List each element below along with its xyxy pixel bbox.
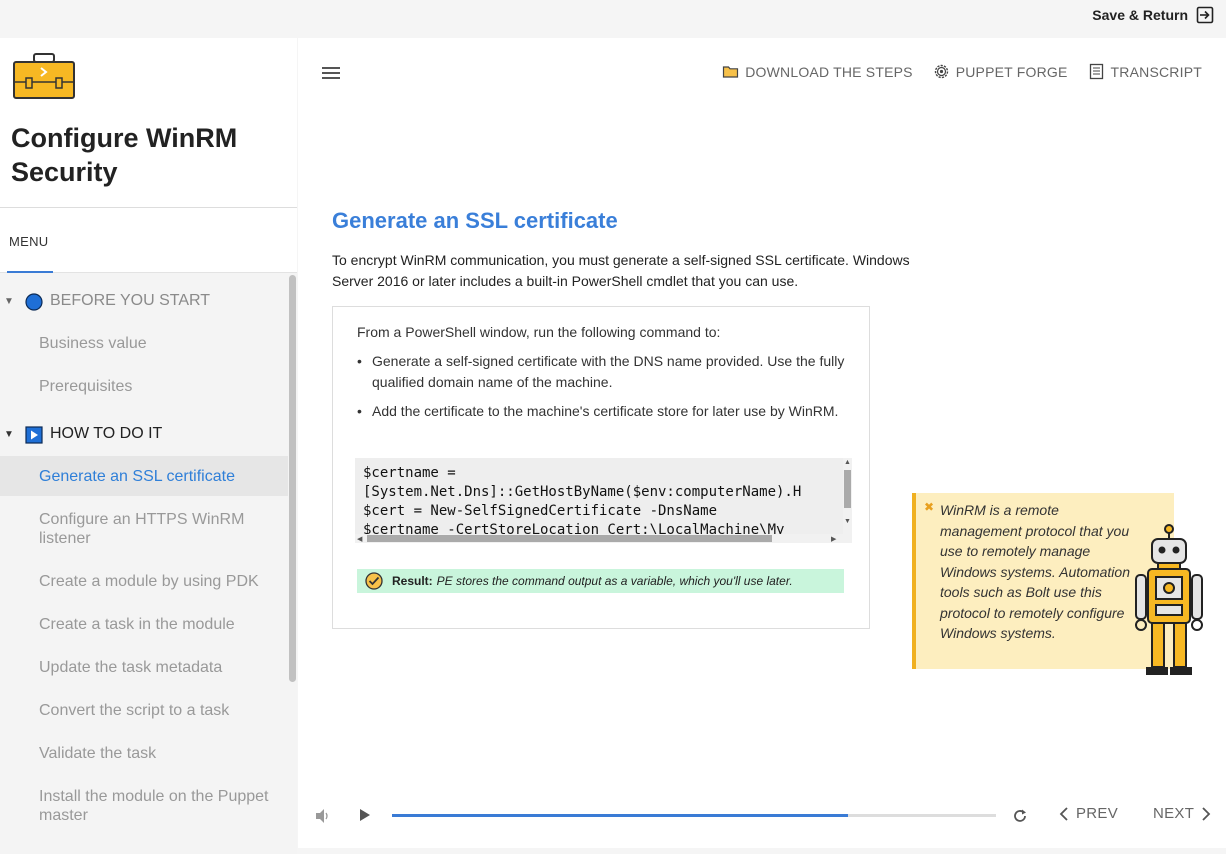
instruction-card: From a PowerShell window, run the follow… xyxy=(332,306,870,629)
chevron-right-icon xyxy=(1202,806,1211,821)
media-player: PREV NEXT xyxy=(298,792,1226,842)
transcript-button[interactable]: TRANSCRIPT xyxy=(1088,63,1202,80)
robot-illustration xyxy=(1135,524,1203,675)
sidebar-item-label: Convert the script to a task xyxy=(39,702,230,719)
code-line: $certname = xyxy=(363,465,456,481)
course-title: Configure WinRM Security xyxy=(11,123,238,187)
callout-text: WinRM is a remote management protocol th… xyxy=(940,502,1130,641)
download-steps-button[interactable]: DOWNLOAD THE STEPS xyxy=(722,63,913,80)
sidebar-item-label: Create a task in the module xyxy=(39,616,235,633)
slide-title: Generate an SSL certificate xyxy=(332,208,618,233)
next-button[interactable]: NEXT xyxy=(1153,805,1212,822)
sidebar-scroll-thumb[interactable] xyxy=(289,275,296,682)
scroll-right-icon[interactable]: ▶ xyxy=(831,535,836,543)
folder-icon xyxy=(723,66,739,78)
play-square-icon xyxy=(25,426,43,444)
circle-icon xyxy=(25,293,43,311)
puppet-forge-button[interactable]: PUPPET FORGE xyxy=(933,63,1068,80)
gear-icon xyxy=(934,64,948,79)
sidebar-item-label: Prerequisites xyxy=(39,378,133,395)
bullet-list: Generate a self-signed certificate with … xyxy=(355,351,845,430)
puppet-forge-label: PUPPET FORGE xyxy=(955,63,1068,80)
code-text[interactable]: $certname =[System.Net.Dns]::GetHostByNa… xyxy=(363,464,801,540)
sidebar-item-label: Business value xyxy=(39,335,147,352)
section-label: BEFORE YOU START xyxy=(50,292,211,309)
scroll-down-icon[interactable]: ▼ xyxy=(844,518,851,525)
sidebar-item-generate-ssl-certificate[interactable]: Generate an SSL certificate xyxy=(0,456,288,496)
progress-fill xyxy=(392,814,849,817)
result-label: Result: xyxy=(392,574,433,588)
sidebar: Configure WinRM Security MENU ▼ BEFORE Y… xyxy=(0,38,297,854)
main-content: DOWNLOAD THE STEPS PUPPET FORGE TRANSCRI… xyxy=(298,38,1226,848)
resource-toolbar: DOWNLOAD THE STEPS PUPPET FORGE TRANSCRI… xyxy=(722,63,1202,80)
sidebar-item-label: Update the task metadata xyxy=(39,659,223,676)
exit-icon xyxy=(1196,6,1214,24)
sidebar-scrollbar[interactable] xyxy=(288,273,297,854)
sidebar-item-label: Generate an SSL certificate xyxy=(39,468,235,485)
code-hscroll-thumb[interactable] xyxy=(367,535,772,542)
hamburger-menu-icon[interactable] xyxy=(322,67,340,79)
slide-intro: To encrypt WinRM communication, you must… xyxy=(332,252,910,289)
card-lead-text: From a PowerShell window, run the follow… xyxy=(357,324,721,340)
section-label: HOW TO DO IT xyxy=(50,425,163,442)
result-text: PE stores the command output as a variab… xyxy=(436,574,793,588)
transcript-label: TRANSCRIPT xyxy=(1110,63,1202,80)
caret-down-icon: ▼ xyxy=(4,429,14,440)
scroll-up-icon[interactable]: ▲ xyxy=(844,459,851,466)
sidebar-item-label: Configure an HTTPS WinRM listener xyxy=(39,511,245,547)
code-horizontal-scrollbar[interactable]: ◀ ▶ xyxy=(355,534,843,543)
bullet-item: Generate a self-signed certificate with … xyxy=(355,351,845,393)
prev-label: PREV xyxy=(1076,805,1119,822)
save-return-label: Save & Return xyxy=(1092,7,1188,23)
code-vertical-scrollbar[interactable]: ▲ ▼ xyxy=(843,458,852,543)
replay-icon[interactable] xyxy=(1011,807,1029,825)
save-return-button[interactable]: Save & Return xyxy=(1092,6,1214,24)
document-icon xyxy=(1089,63,1103,80)
close-icon[interactable]: ✖ xyxy=(924,500,934,514)
menu-label: MENU xyxy=(9,234,49,249)
top-bar: Save & Return xyxy=(0,0,1226,38)
prev-button[interactable]: PREV xyxy=(1058,805,1118,822)
download-steps-label: DOWNLOAD THE STEPS xyxy=(745,63,913,80)
sidebar-item-label: Create a module by using PDK xyxy=(39,573,259,590)
bullet-item: Add the certificate to the machine's cer… xyxy=(355,401,845,422)
sidebar-item-label: Validate the task xyxy=(39,745,157,762)
next-label: NEXT xyxy=(1153,805,1195,822)
chevron-left-icon xyxy=(1059,806,1068,821)
progress-bar[interactable] xyxy=(392,814,996,817)
play-icon[interactable] xyxy=(358,807,372,823)
code-line: [System.Net.Dns]::GetHostByName($env:com… xyxy=(363,484,802,500)
caret-down-icon: ▼ xyxy=(4,296,14,307)
code-block[interactable]: $certname =[System.Net.Dns]::GetHostByNa… xyxy=(355,458,852,543)
menu-list xyxy=(0,273,289,854)
course-header: Configure WinRM Security xyxy=(0,38,297,208)
result-banner: Result: PE stores the command output as … xyxy=(357,569,844,593)
code-line: $cert = New-SelfSignedCertificate -DnsNa… xyxy=(363,503,718,519)
sidebar-item-label: Install the module on the Puppet master xyxy=(39,788,269,824)
toolbox-icon xyxy=(13,53,75,99)
scroll-left-icon[interactable]: ◀ xyxy=(357,535,362,543)
volume-icon[interactable] xyxy=(314,808,332,824)
check-badge-icon xyxy=(365,572,383,590)
code-vscroll-thumb[interactable] xyxy=(844,470,851,508)
